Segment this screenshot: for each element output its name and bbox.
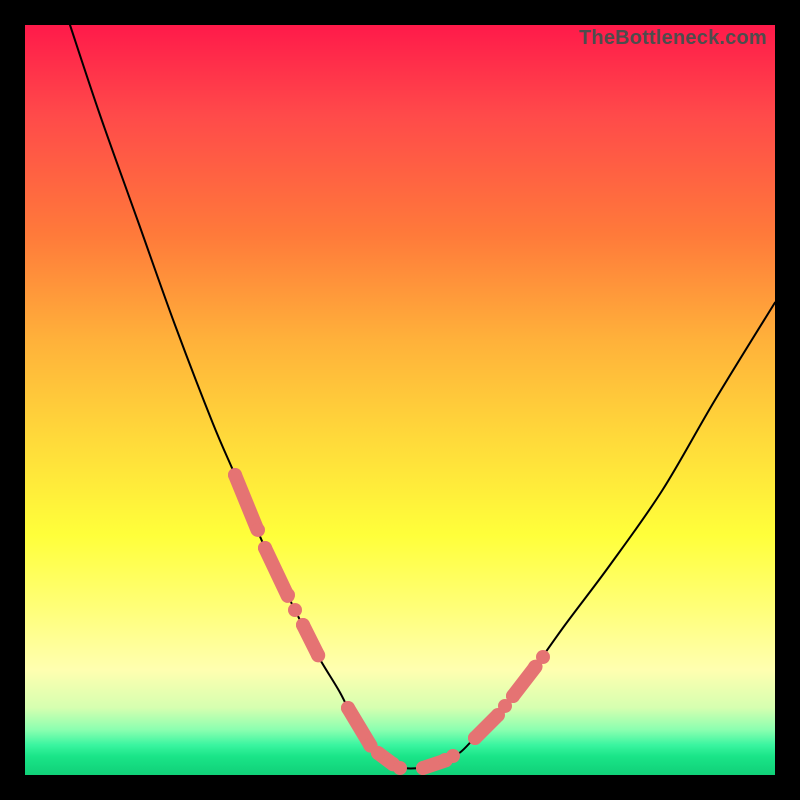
curve-marker-cap xyxy=(281,588,295,602)
curve-marker-cap xyxy=(416,761,430,775)
curve-marker-dot xyxy=(393,761,407,775)
chart-frame: TheBottleneck.com xyxy=(25,25,775,775)
curve-marker-cap xyxy=(468,731,482,745)
curve-marker-cap xyxy=(251,523,265,537)
curve-marker-cap xyxy=(296,618,310,632)
curve-marker-cap xyxy=(311,648,325,662)
marker-layer xyxy=(25,25,775,775)
curve-marker-dot xyxy=(288,603,302,617)
curve-marker-cap xyxy=(228,468,242,482)
curve-marker-cap xyxy=(371,746,385,760)
curve-marker-cap xyxy=(341,701,355,715)
curve-marker-dot xyxy=(536,650,550,664)
curve-marker-cap xyxy=(258,541,272,555)
curve-marker-dot xyxy=(446,749,460,763)
curve-marker-cap xyxy=(506,689,520,703)
